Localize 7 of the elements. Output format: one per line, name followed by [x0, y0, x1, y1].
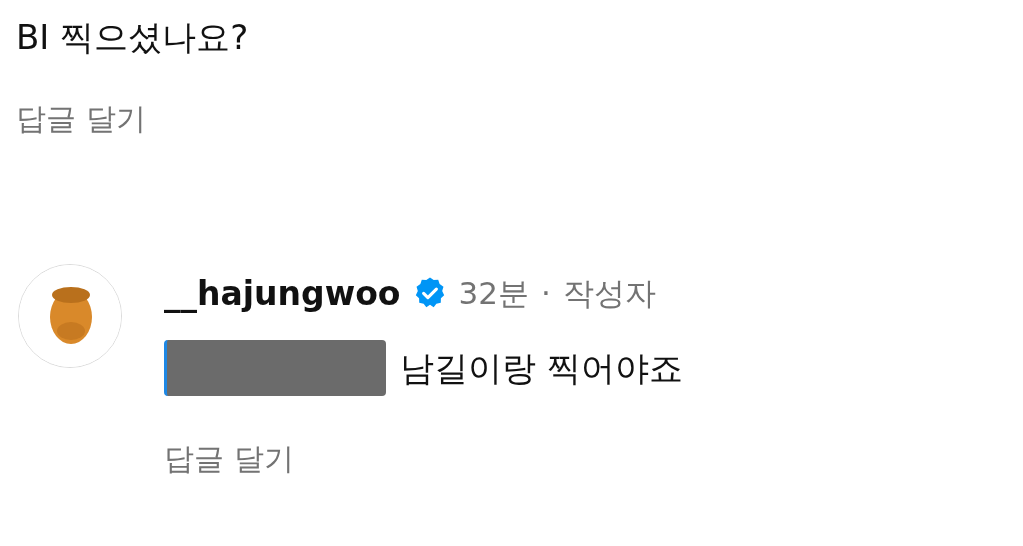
reply-link[interactable]: 답글 달기 [16, 104, 146, 134]
comment-text: BI 찍으셨나요? [16, 20, 250, 54]
separator: · [540, 277, 551, 309]
author-tag: 작성자 [562, 277, 656, 309]
reply-link[interactable]: 답글 달기 [164, 444, 294, 474]
reply-text: 남길이랑 찍어야죠 [400, 351, 683, 385]
timestamp: 32분 [458, 277, 529, 309]
